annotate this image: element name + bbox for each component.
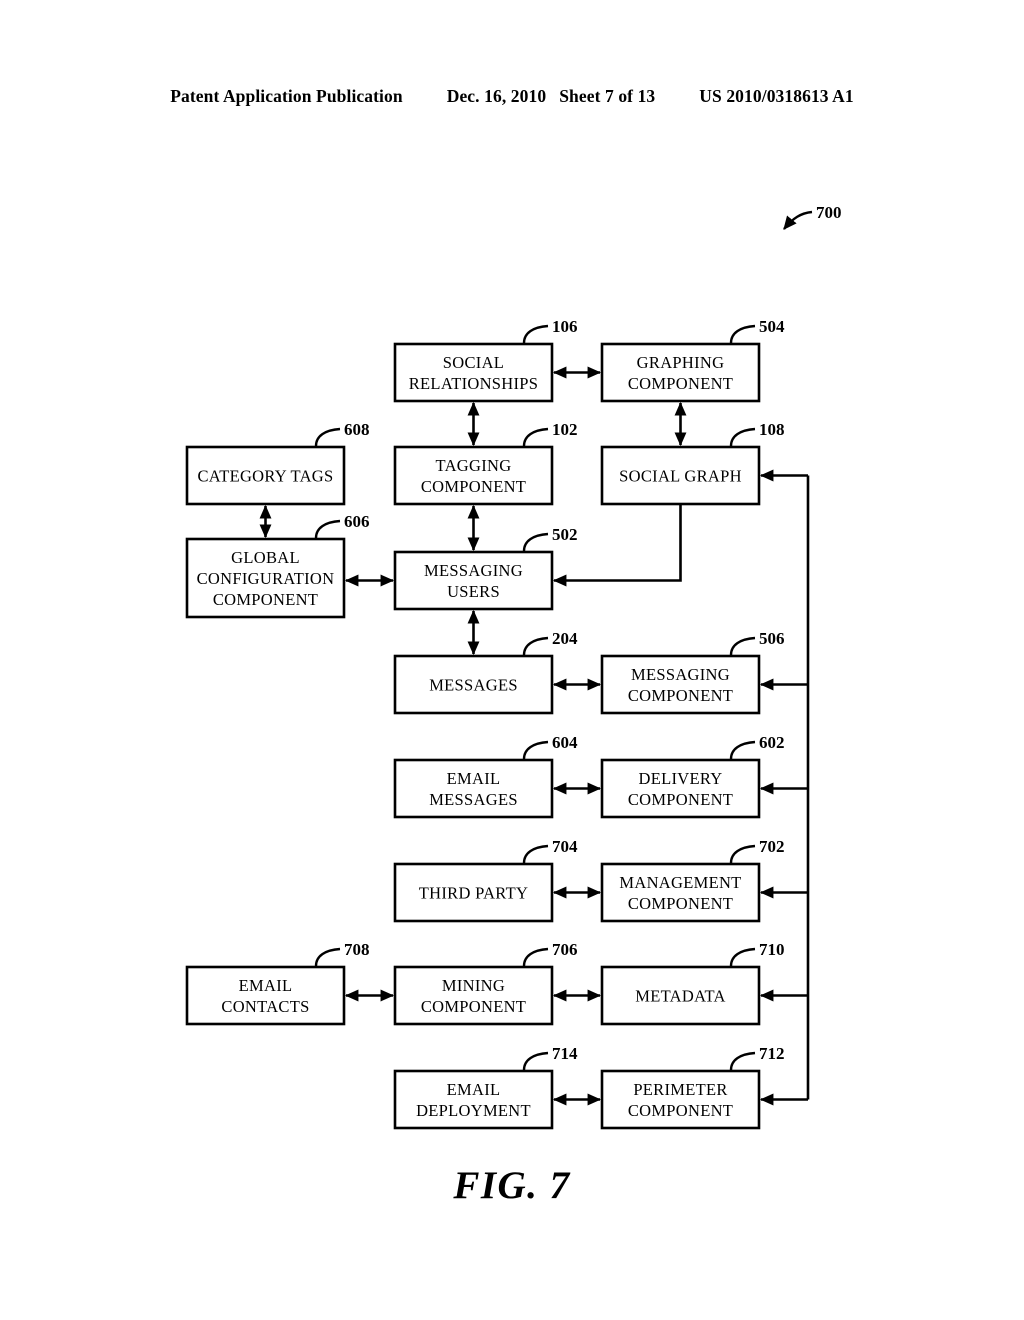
ref-number-email_deployment: 714 [552, 1044, 578, 1063]
ref-number-tagging_component: 102 [552, 420, 578, 439]
lead-line-perimeter_component [729, 1051, 756, 1071]
ref-number-mining_component: 706 [552, 940, 578, 959]
node-label-management_component: COMPONENT [628, 894, 733, 913]
ref-number-graphing_component: 504 [759, 317, 785, 336]
lead-line-messaging_users [522, 532, 549, 552]
lead-line-messages [522, 636, 549, 656]
figure-diagram: SOCIAL RELATIONSHIPS 106 GRAPHING COMPONENT 5… [185, 203, 842, 1130]
lead-line-messaging_component [729, 636, 756, 656]
node-label-global_config: GLOBAL [231, 548, 300, 567]
node-management_component: MANAGEMENT COMPONENT 702 [600, 837, 785, 923]
node-label-social_graph: SOCIAL GRAPH [619, 467, 742, 486]
node-label-delivery_component: DELIVERY [639, 769, 723, 788]
figure-caption: FIG. 7 [453, 1164, 571, 1207]
node-messages: MESSAGES 204 [393, 629, 578, 715]
node-mining_component: MINING COMPONENT 706 [393, 940, 578, 1026]
node-label-email_contacts: CONTACTS [221, 997, 309, 1016]
ref-number-delivery_component: 602 [759, 733, 785, 752]
node-email_messages: EMAIL MESSAGES 604 [393, 733, 578, 819]
node-label-mining_component: MINING [442, 976, 505, 995]
system-ref-number: 700 [816, 203, 842, 222]
lead-line-global_config [314, 519, 341, 539]
node-label-email_messages: EMAIL [447, 769, 501, 788]
lead-line-delivery_component [729, 740, 756, 760]
node-social_graph: SOCIAL GRAPH 108 [600, 420, 785, 506]
ref-number-email_contacts: 708 [344, 940, 370, 959]
lead-line-email_contacts [314, 947, 341, 967]
node-label-third_party: THIRD PARTY [419, 884, 528, 903]
node-label-metadata: METADATA [635, 987, 726, 1006]
node-metadata: METADATA 710 [600, 940, 785, 1026]
node-label-graphing_component: COMPONENT [628, 374, 733, 393]
ref-number-messaging_component: 506 [759, 629, 785, 648]
node-label-email_contacts: EMAIL [239, 976, 293, 995]
ref-number-social_graph: 108 [759, 420, 785, 439]
node-label-social_relationships: RELATIONSHIPS [409, 374, 539, 393]
node-label-social_relationships: SOCIAL [443, 353, 504, 372]
ref-number-third_party: 704 [552, 837, 578, 856]
node-global_config: GLOBAL CONFIGURATION COMPONENT 606 [185, 512, 370, 619]
ref-number-messages: 204 [552, 629, 578, 648]
node-label-mining_component: COMPONENT [421, 997, 526, 1016]
node-messaging_users: MESSAGING USERS 502 [393, 525, 578, 611]
lead-line-management_component [729, 844, 756, 864]
node-third_party: THIRD PARTY 704 [393, 837, 578, 923]
node-label-email_deployment: DEPLOYMENT [416, 1101, 531, 1120]
node-label-tagging_component: TAGGING [436, 456, 512, 475]
ref-number-email_messages: 604 [552, 733, 578, 752]
node-label-email_messages: MESSAGES [429, 790, 518, 809]
node-social_relationships: SOCIAL RELATIONSHIPS 106 [393, 317, 578, 403]
ref-number-metadata: 710 [759, 940, 785, 959]
lead-line-graphing_component [729, 324, 756, 344]
lead-line-email_messages [522, 740, 549, 760]
node-label-messaging_component: MESSAGING [631, 665, 730, 684]
node-email_deployment: EMAIL DEPLOYMENT 714 [393, 1044, 578, 1130]
node-label-messaging_users: USERS [447, 582, 500, 601]
ref-number-perimeter_component: 712 [759, 1044, 785, 1063]
patent-figure-page: Patent Application Publication Dec. 16, … [0, 0, 1024, 1320]
lead-line-tagging_component [522, 427, 549, 447]
node-label-tagging_component: COMPONENT [421, 477, 526, 496]
ref-number-category_tags: 608 [344, 420, 370, 439]
node-label-messages: MESSAGES [429, 676, 518, 695]
node-label-management_component: MANAGEMENT [619, 873, 741, 892]
node-label-category_tags: CATEGORY TAGS [198, 467, 334, 486]
node-layer: SOCIAL RELATIONSHIPS 106 GRAPHING COMPONENT 5… [185, 317, 785, 1130]
node-label-delivery_component: COMPONENT [628, 790, 733, 809]
node-label-perimeter_component: COMPONENT [628, 1101, 733, 1120]
node-graphing_component: GRAPHING COMPONENT 504 [600, 317, 785, 403]
node-label-global_config: COMPONENT [213, 590, 318, 609]
node-email_contacts: EMAIL CONTACTS 708 [185, 940, 370, 1026]
node-label-messaging_users: MESSAGING [424, 561, 523, 580]
lead-line-metadata [729, 947, 756, 967]
ref-number-global_config: 606 [344, 512, 370, 531]
node-label-messaging_component: COMPONENT [628, 686, 733, 705]
system-ref-pointer: 700 [783, 203, 842, 230]
lead-line-category_tags [314, 427, 341, 447]
node-perimeter_component: PERIMETER COMPONENT 712 [600, 1044, 785, 1130]
node-tagging_component: TAGGING COMPONENT 102 [393, 420, 578, 506]
ref-number-social_relationships: 106 [552, 317, 578, 336]
lead-line-mining_component [522, 947, 549, 967]
ref-number-messaging_users: 502 [552, 525, 578, 544]
node-messaging_component: MESSAGING COMPONENT 506 [600, 629, 785, 715]
lead-line-social_relationships [522, 324, 549, 344]
node-label-global_config: CONFIGURATION [197, 569, 335, 588]
lead-line-third_party [522, 844, 549, 864]
node-label-email_deployment: EMAIL [447, 1080, 501, 1099]
lead-line-social_graph [729, 427, 756, 447]
node-delivery_component: DELIVERY COMPONENT 602 [600, 733, 785, 819]
lead-line-email_deployment [522, 1051, 549, 1071]
ref-number-management_component: 702 [759, 837, 785, 856]
node-label-graphing_component: GRAPHING [637, 353, 725, 372]
node-label-perimeter_component: PERIMETER [633, 1080, 727, 1099]
node-category_tags: CATEGORY TAGS 608 [185, 420, 370, 506]
